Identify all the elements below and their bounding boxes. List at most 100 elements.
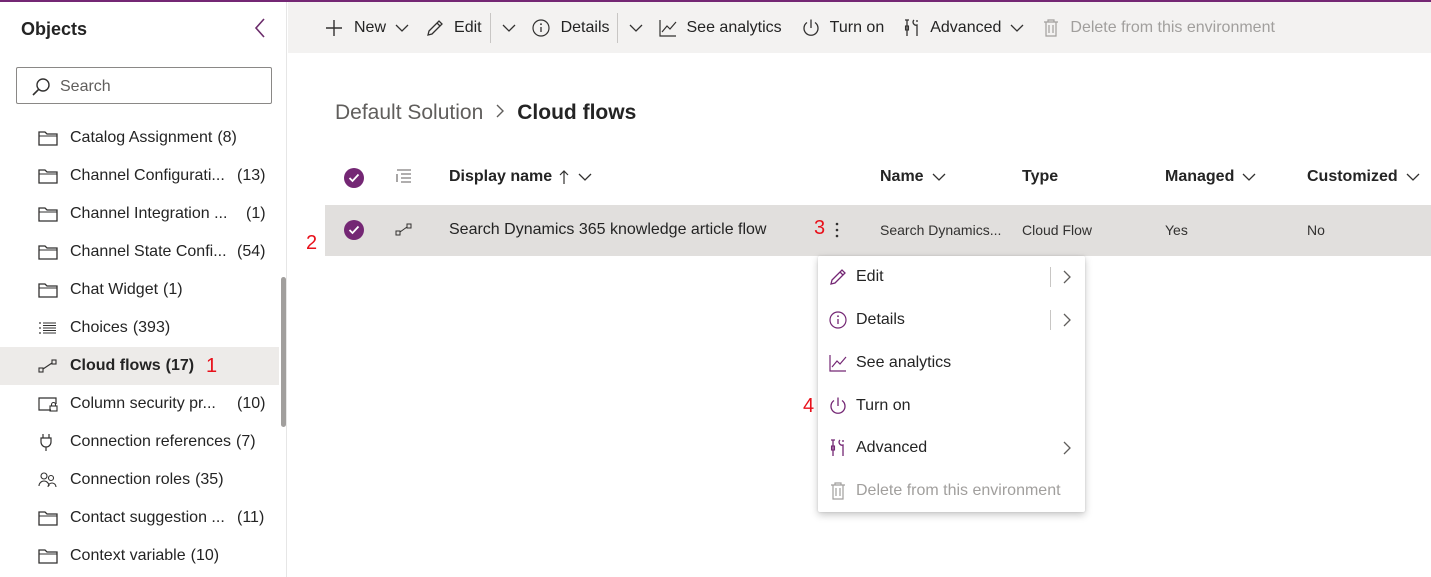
folder-icon	[38, 167, 60, 185]
folder-icon	[38, 547, 60, 565]
menu-item-label: See analytics	[856, 354, 952, 371]
breadcrumb: Default Solution Cloud flows	[335, 101, 636, 125]
menu-item-details[interactable]: Details	[818, 299, 1085, 341]
cloud-flow-icon	[395, 222, 413, 238]
sidebar-item-channel-integration[interactable]: Channel Integration ... (1)	[0, 195, 279, 233]
sidebar-item-count: (1)	[246, 205, 266, 222]
checkmark-icon	[344, 168, 364, 188]
turn-on-label: Turn on	[829, 18, 885, 36]
info-icon	[828, 310, 848, 330]
command-bar: New Edit Details See analytics Turn on A…	[288, 2, 1431, 53]
objects-sidebar: Objects Search Catalog Assignment (8) Ch…	[0, 2, 287, 577]
trash-icon	[828, 481, 848, 501]
cloud-flow-icon	[38, 357, 60, 375]
column-header-type[interactable]: Type	[1022, 168, 1058, 186]
chevron-right-icon[interactable]	[1062, 312, 1072, 333]
delete-from-environment-button[interactable]: Delete from this environment	[1042, 2, 1275, 53]
sidebar-item-channel-configuration[interactable]: Channel Configurati... (13)	[0, 157, 279, 195]
delete-label: Delete from this environment	[1070, 18, 1275, 36]
breadcrumb-parent-link[interactable]: Default Solution	[335, 101, 483, 125]
sidebar-item-catalog-assignment[interactable]: Catalog Assignment (8)	[0, 119, 279, 157]
edit-button[interactable]: Edit	[425, 2, 482, 53]
search-icon	[31, 77, 51, 97]
chevron-down-icon	[932, 173, 946, 181]
tools-icon	[828, 438, 848, 458]
list-icon	[38, 319, 60, 337]
sidebar-item-label: Context variable	[70, 547, 186, 564]
menu-item-label: Edit	[856, 268, 884, 285]
grid-header: Display name Name Type Managed Customize…	[325, 156, 1431, 200]
trash-icon	[1044, 18, 1059, 37]
pencil-icon	[427, 19, 443, 36]
menu-item-advanced[interactable]: Advanced	[818, 427, 1085, 469]
sidebar-item-label: Chat Widget	[70, 281, 159, 298]
menu-item-delete-from-environment[interactable]: Delete from this environment	[818, 470, 1085, 512]
sidebar-item-context-variable[interactable]: Context variable (10)	[0, 537, 279, 575]
sidebar-item-cloud-flows[interactable]: Cloud flows (17) 1	[0, 347, 279, 385]
select-all-checkbox[interactable]	[344, 168, 364, 188]
sidebar-item-chat-widget[interactable]: Chat Widget (1)	[0, 271, 279, 309]
chevron-left-icon	[254, 18, 265, 38]
objects-list: Catalog Assignment (8) Channel Configura…	[0, 119, 279, 575]
sidebar-item-contact-suggestion[interactable]: Contact suggestion ... (11)	[0, 499, 279, 537]
column-header-managed[interactable]: Managed	[1165, 168, 1256, 186]
row-select-checkbox[interactable]	[344, 220, 364, 240]
row-display-name-link[interactable]: Search Dynamics 365 knowledge article fl…	[449, 221, 766, 239]
details-more-button[interactable]	[629, 2, 643, 53]
chevron-right-icon	[1062, 440, 1072, 461]
sidebar-item-connection-roles[interactable]: Connection roles (35)	[0, 461, 279, 499]
column-header-customized[interactable]: Customized	[1307, 168, 1420, 186]
see-analytics-label: See analytics	[686, 18, 782, 36]
chevron-down-icon	[1242, 173, 1256, 181]
advanced-button[interactable]: Advanced	[903, 2, 1024, 53]
analytics-icon	[658, 19, 676, 37]
sidebar-item-count: (393)	[132, 319, 171, 336]
chevron-down-icon	[502, 24, 516, 32]
edit-more-button[interactable]	[502, 2, 516, 53]
chevron-right-icon[interactable]	[1062, 269, 1072, 290]
column-header-display-name[interactable]: Display name	[449, 168, 592, 186]
sidebar-item-label: Cloud flows	[70, 357, 161, 374]
sidebar-item-column-security[interactable]: Column security pr... (10)	[0, 385, 279, 423]
collapse-sidebar-button[interactable]	[250, 15, 272, 41]
toolbar-divider	[489, 12, 491, 43]
sidebar-item-label: Channel Configurati...	[70, 167, 225, 184]
menu-item-label: Delete from this environment	[856, 482, 1061, 499]
search-placeholder: Search	[60, 78, 111, 95]
sidebar-item-label: Connection references	[70, 433, 231, 450]
analytics-icon	[828, 353, 848, 373]
sidebar-item-count: (11)	[237, 509, 265, 526]
more-options-button[interactable]	[830, 217, 844, 243]
turn-on-button[interactable]: Turn on	[801, 2, 885, 53]
row-name-cell: Search Dynamics...	[880, 222, 1002, 238]
column-label: Name	[880, 168, 924, 185]
chevron-down-icon	[395, 24, 409, 32]
row-context-menu: Edit Details See analytics Turn on Advan…	[818, 256, 1085, 512]
table-row[interactable]: Search Dynamics 365 knowledge article fl…	[325, 205, 1431, 256]
checkmark-icon	[344, 220, 364, 240]
sidebar-item-label: Channel State Confi...	[70, 243, 227, 260]
sidebar-item-label: Choices	[70, 319, 128, 336]
menu-item-see-analytics[interactable]: See analytics	[818, 342, 1085, 384]
see-analytics-button[interactable]: See analytics	[658, 2, 782, 53]
column-options-button[interactable]	[395, 168, 413, 186]
details-button[interactable]: Details	[531, 2, 610, 53]
column-label: Display name	[449, 168, 553, 185]
column-header-name[interactable]: Name	[880, 168, 946, 186]
search-input[interactable]: Search	[16, 67, 272, 104]
sidebar-item-connection-references[interactable]: Connection references (7)	[0, 423, 279, 461]
sidebar-item-count: (35)	[195, 471, 224, 488]
chevron-down-icon	[578, 173, 592, 181]
sidebar-item-choices[interactable]: Choices (393)	[0, 309, 279, 347]
menu-item-turn-on[interactable]: Turn on	[818, 385, 1085, 427]
sidebar-scrollbar[interactable]	[281, 277, 286, 427]
power-icon	[803, 19, 819, 36]
sidebar-item-label: Channel Integration ...	[70, 205, 228, 222]
sidebar-item-count: (10)	[190, 547, 220, 564]
new-button[interactable]: New	[324, 2, 409, 53]
sidebar-item-label: Column security pr...	[70, 395, 216, 412]
menu-item-edit[interactable]: Edit	[818, 256, 1085, 298]
sidebar-item-channel-state-config[interactable]: Channel State Confi... (54)	[0, 233, 279, 271]
column-security-icon	[38, 395, 60, 413]
list-icon	[396, 169, 411, 183]
